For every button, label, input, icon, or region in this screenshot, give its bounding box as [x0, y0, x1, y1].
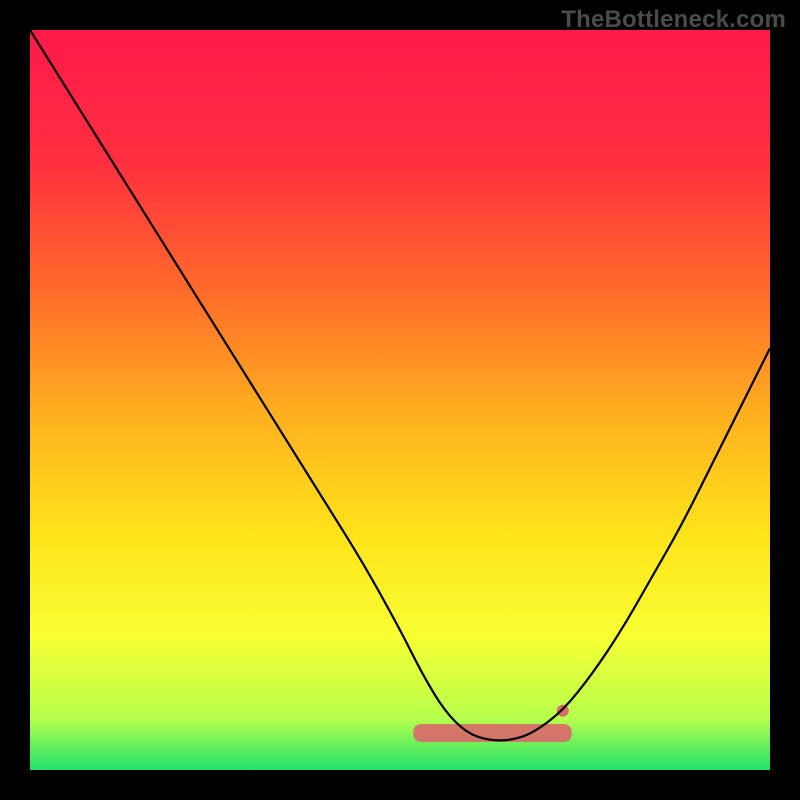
- gradient-background: [30, 30, 770, 770]
- outer-frame: TheBottleneck.com: [0, 0, 800, 800]
- watermark-text: TheBottleneck.com: [561, 6, 786, 34]
- bottleneck-curve-chart: [30, 30, 770, 770]
- marker-dot: [557, 705, 569, 717]
- plot-area: [30, 30, 770, 770]
